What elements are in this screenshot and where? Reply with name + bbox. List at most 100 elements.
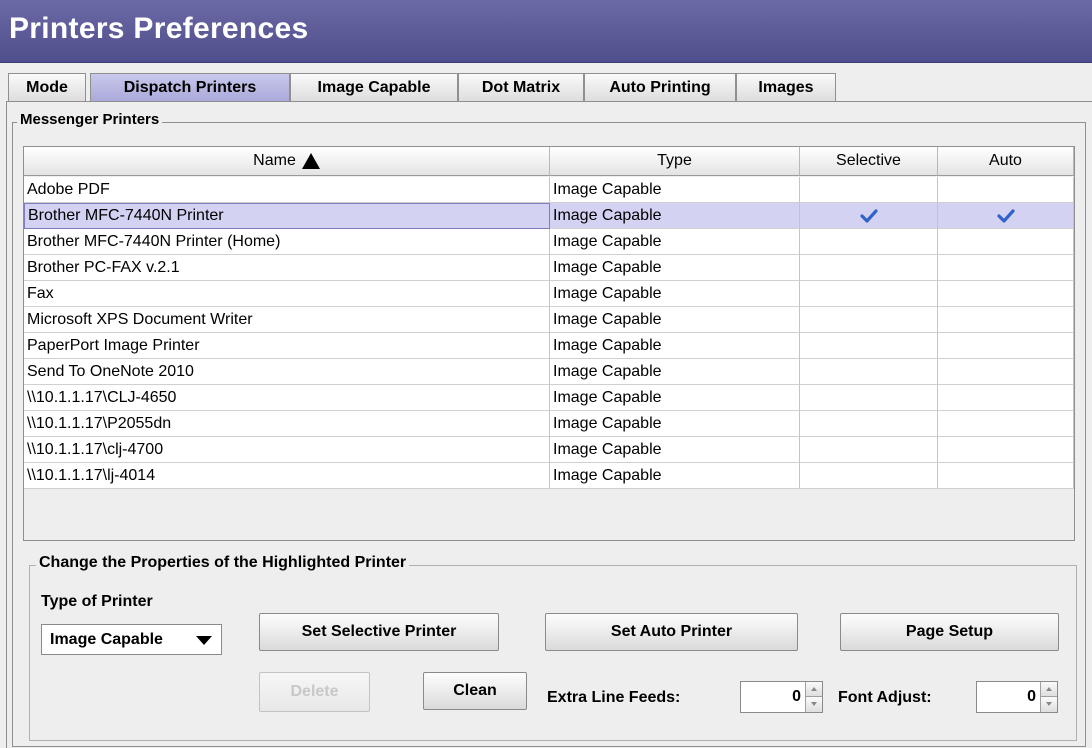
cell-selective [800, 203, 938, 229]
cell-auto [938, 359, 1074, 385]
cell-type: Image Capable [550, 203, 800, 229]
table-header: Name Type Selective Auto [24, 147, 1074, 176]
cell-auto [938, 203, 1074, 229]
checkmark-icon [859, 208, 878, 223]
cell-auto [938, 437, 1074, 463]
cell-auto [938, 177, 1074, 203]
extra-line-feeds-spinner[interactable]: 0 [740, 681, 823, 713]
tab-divider [6, 101, 1092, 102]
printer-type-dropdown[interactable]: Image Capable [41, 624, 222, 655]
cell-name: Fax [24, 281, 550, 307]
font-adjust-label: Font Adjust: [838, 689, 932, 706]
table-row[interactable]: \\10.1.1.17\P2055dn Image Capable [24, 411, 1074, 437]
cell-selective [800, 281, 938, 307]
cell-auto [938, 229, 1074, 255]
cell-auto [938, 411, 1074, 437]
table-row[interactable]: PaperPort Image Printer Image Capable [24, 333, 1074, 359]
table-row[interactable]: \\10.1.1.17\CLJ-4650 Image Capable [24, 385, 1074, 411]
clean-button[interactable]: Clean [423, 672, 527, 710]
tab-auto-printing[interactable]: Auto Printing [584, 73, 736, 102]
arrow-up-icon [811, 687, 817, 691]
cell-name: Brother MFC-7440N Printer [24, 203, 550, 229]
column-header-name-label: Name [253, 152, 296, 169]
font-adjust-value: 0 [1027, 688, 1036, 705]
cell-type: Image Capable [550, 307, 800, 333]
tab-dispatch-printers[interactable]: Dispatch Printers [90, 73, 290, 102]
table-row[interactable]: Adobe PDF Image Capable [24, 177, 1074, 203]
cell-type: Image Capable [550, 463, 800, 489]
type-of-printer-label: Type of Printer [41, 593, 153, 610]
set-selective-printer-button[interactable]: Set Selective Printer [259, 613, 499, 651]
cell-type: Image Capable [550, 437, 800, 463]
cell-selective [800, 255, 938, 281]
table-row[interactable]: Brother PC-FAX v.2.1 Image Capable [24, 255, 1074, 281]
cell-auto [938, 255, 1074, 281]
cell-name: \\10.1.1.17\P2055dn [24, 411, 550, 437]
cell-name: Send To OneNote 2010 [24, 359, 550, 385]
cell-name: \\10.1.1.17\lj-4014 [24, 463, 550, 489]
extra-line-feeds-decrement[interactable] [805, 697, 822, 712]
checkmark-icon [996, 208, 1015, 223]
extra-line-feeds-increment[interactable] [805, 682, 822, 697]
cell-type: Image Capable [550, 333, 800, 359]
printers-table: Name Type Selective Auto Adobe PDF Image … [23, 146, 1075, 541]
page-setup-button[interactable]: Page Setup [840, 613, 1059, 651]
cell-type: Image Capable [550, 359, 800, 385]
tab-dot-matrix[interactable]: Dot Matrix [458, 73, 584, 102]
arrow-down-icon [1046, 702, 1052, 706]
cell-name: PaperPort Image Printer [24, 333, 550, 359]
font-adjust-decrement[interactable] [1040, 697, 1057, 712]
cell-type: Image Capable [550, 255, 800, 281]
cell-name: \\10.1.1.17\CLJ-4650 [24, 385, 550, 411]
set-auto-printer-button[interactable]: Set Auto Printer [545, 613, 798, 651]
delete-button[interactable]: Delete [259, 672, 370, 712]
font-adjust-increment[interactable] [1040, 682, 1057, 697]
table-row[interactable]: Microsoft XPS Document Writer Image Capab… [24, 307, 1074, 333]
sort-ascending-icon [301, 153, 320, 169]
tab-images[interactable]: Images [736, 73, 836, 102]
column-header-name[interactable]: Name [24, 147, 550, 176]
tab-image-capable[interactable]: Image Capable [290, 73, 458, 102]
cell-auto [938, 333, 1074, 359]
cell-name: Brother MFC-7440N Printer (Home) [24, 229, 550, 255]
cell-type: Image Capable [550, 385, 800, 411]
properties-group-label: Change the Properties of the Highlighted… [36, 554, 410, 572]
font-adjust-spinner[interactable]: 0 [976, 681, 1058, 713]
cell-name: Brother PC-FAX v.2.1 [24, 255, 550, 281]
arrow-up-icon [1046, 687, 1052, 691]
table-row[interactable]: Brother MFC-7440N Printer (Home) Image Ca… [24, 229, 1074, 255]
table-row[interactable]: Send To OneNote 2010 Image Capable [24, 359, 1074, 385]
cell-name: \\10.1.1.17\clj-4700 [24, 437, 550, 463]
column-header-type[interactable]: Type [550, 147, 800, 176]
cell-selective [800, 411, 938, 437]
printer-type-value: Image Capable [50, 630, 163, 648]
cell-selective [800, 333, 938, 359]
cell-selective [800, 385, 938, 411]
messenger-printers-label: Messenger Printers [17, 111, 163, 128]
window-title: Printers Preferences [9, 12, 309, 45]
chevron-down-icon [196, 636, 212, 645]
extra-line-feeds-label: Extra Line Feeds: [547, 689, 681, 706]
cell-selective [800, 437, 938, 463]
cell-auto [938, 281, 1074, 307]
table-row[interactable]: Brother MFC-7440N Printer Image Capable [24, 203, 1074, 229]
tab-mode[interactable]: Mode [8, 73, 86, 102]
cell-selective [800, 359, 938, 385]
table-row[interactable]: \\10.1.1.17\clj-4700 Image Capable [24, 437, 1074, 463]
table-row[interactable]: Fax Image Capable [24, 281, 1074, 307]
column-header-auto[interactable]: Auto [938, 147, 1074, 176]
cell-type: Image Capable [550, 177, 800, 203]
title-bar: Printers Preferences [0, 0, 1092, 63]
cell-auto [938, 385, 1074, 411]
cell-selective [800, 463, 938, 489]
cell-type: Image Capable [550, 411, 800, 437]
cell-type: Image Capable [550, 281, 800, 307]
cell-selective [800, 307, 938, 333]
table-row[interactable]: \\10.1.1.17\lj-4014 Image Capable [24, 463, 1074, 489]
cell-name: Adobe PDF [24, 177, 550, 203]
cell-selective [800, 229, 938, 255]
arrow-down-icon [811, 702, 817, 706]
cell-auto [938, 463, 1074, 489]
column-header-selective[interactable]: Selective [800, 147, 938, 176]
cell-type: Image Capable [550, 229, 800, 255]
